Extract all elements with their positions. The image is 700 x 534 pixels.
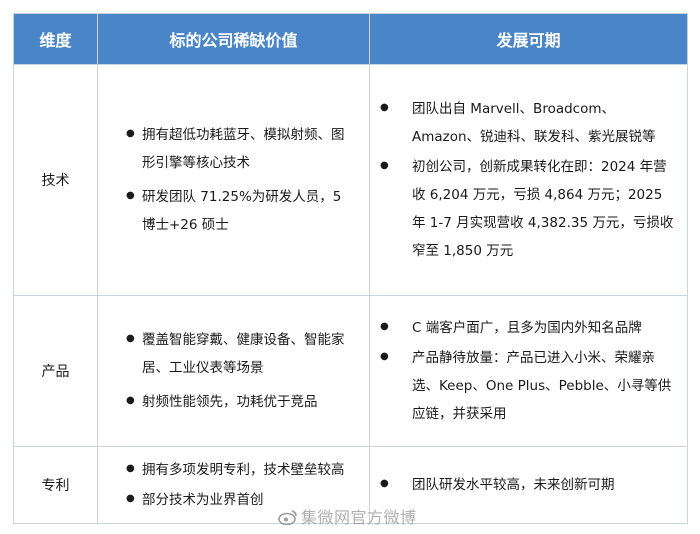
list-item: ● C 端客户面广，且多为国内外知名品牌 xyxy=(380,314,677,342)
outlook-cell: ● 团队研发水平较高，未来创新可期 xyxy=(369,446,688,524)
list-item: ● 拥有超低功耗蓝牙、模拟射频、图形引擎等核心技术 xyxy=(126,121,353,177)
bullet-icon: ● xyxy=(380,321,389,332)
bullet-icon: ● xyxy=(380,102,389,113)
list-item: ● 覆盖智能穿戴、健康设备、智能家居、工业仪表等场景 xyxy=(126,326,353,382)
bullet-icon: ● xyxy=(380,351,389,362)
header-dimension: 维度 xyxy=(13,13,98,65)
value-cell: ● 拥有超低功耗蓝牙、模拟射频、图形引擎等核心技术 ● 研发团队 71.25%为研发… xyxy=(97,64,370,296)
list-item: ● 团队出自 Marvell、Broadcom、Amazon、锐迪科、联发科、紫光… xyxy=(380,95,677,151)
bullet-icon: ● xyxy=(126,128,135,139)
bullet-icon: ● xyxy=(126,333,135,344)
dimension-cell: 产品 xyxy=(13,295,98,447)
bullet-icon: ● xyxy=(126,395,135,406)
header-outlook: 发展可期 xyxy=(369,13,688,65)
list-item: ● 初创公司，创新成果转化在即：2024 年营收 6,204 万元，亏损 4,86… xyxy=(380,153,677,265)
weibo-logo-icon xyxy=(278,509,298,526)
bullet-icon: ● xyxy=(126,190,135,201)
table-row-technology: 技术 ● 拥有超低功耗蓝牙、模拟射频、图形引擎等核心技术 ● 研发团队 71.25%… xyxy=(13,64,688,296)
watermark-text: 集微网官方微博 xyxy=(301,508,417,527)
bullet-icon: ● xyxy=(380,478,389,489)
bullet-icon: ● xyxy=(126,493,135,504)
outlook-cell: ● C 端客户面广，且多为国内外知名品牌 ● 产品静待放量：产品已进入小米、荣耀亲选… xyxy=(369,295,688,447)
header-scarcity-value: 标的公司稀缺价值 xyxy=(97,13,370,65)
header-row: 维度 标的公司稀缺价值 发展可期 xyxy=(13,13,688,65)
outlook-cell: ● 团队出自 Marvell、Broadcom、Amazon、锐迪科、联发科、紫光… xyxy=(369,64,688,296)
list-item: ● 产品静待放量：产品已进入小米、荣耀亲选、Keep、One Plus、Pebbl… xyxy=(380,344,677,428)
value-cell: ● 覆盖智能穿戴、健康设备、智能家居、工业仪表等场景 ● 射频性能领先，功耗优于竞品 xyxy=(97,295,370,447)
watermark: 集微网官方微博 xyxy=(278,504,417,528)
comparison-table: 维度 标的公司稀缺价值 发展可期 技术 ● 拥有超低功耗蓝牙、模拟射频、图形引擎等… xyxy=(13,13,688,524)
list-item: ● 研发团队 71.25%为研发人员，5博士+26 硕士 xyxy=(126,183,353,239)
bullet-icon: ● xyxy=(380,160,389,171)
table-row-product: 产品 ● 覆盖智能穿戴、健康设备、智能家居、工业仪表等场景 ● 射频性能领先，功耗优… xyxy=(13,295,688,447)
bullet-icon: ● xyxy=(126,463,135,474)
list-item: ● 团队研发水平较高，未来创新可期 xyxy=(380,471,677,499)
dimension-cell: 技术 xyxy=(13,64,98,296)
dimension-cell: 专利 xyxy=(13,446,98,524)
list-item: ● 拥有多项发明专利，技术壁垒较高 xyxy=(126,456,353,484)
list-item: ● 射频性能领先，功耗优于竞品 xyxy=(126,388,353,416)
